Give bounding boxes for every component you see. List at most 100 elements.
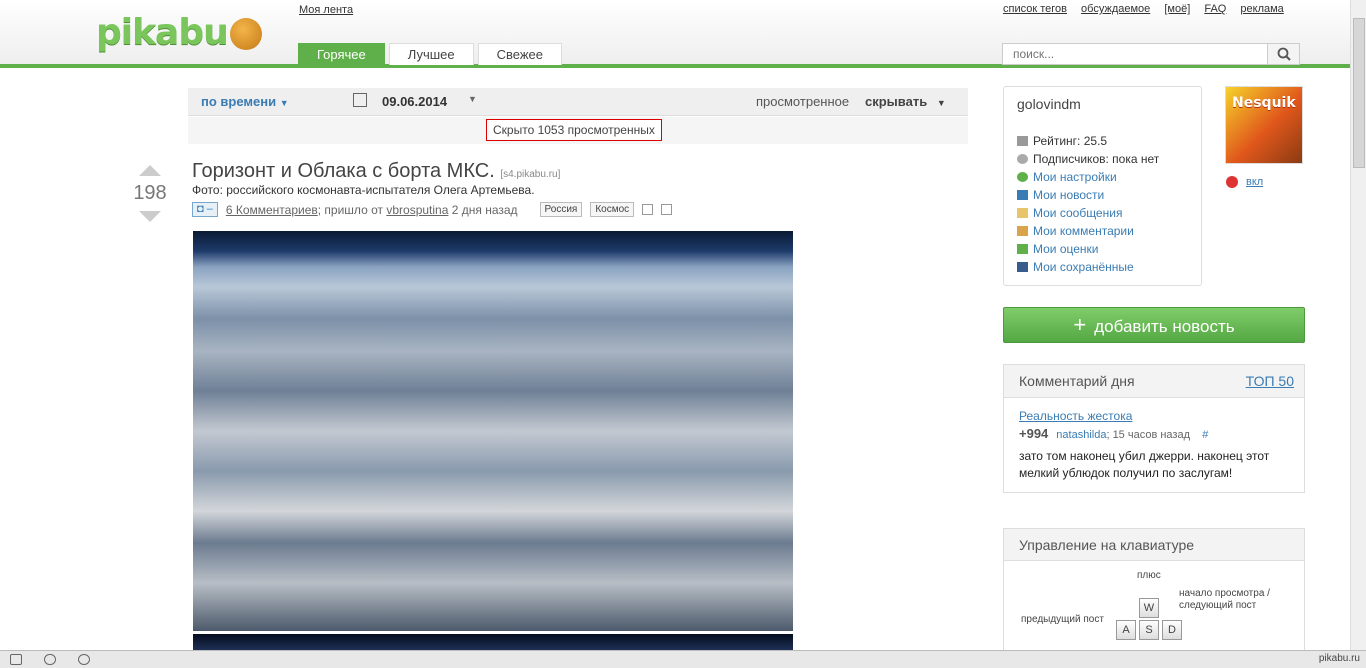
calendar-icon[interactable]	[353, 93, 367, 107]
filter-bar: по времени ▼ 09.06.2014 ▼ просмотренное …	[188, 88, 968, 116]
cod-author[interactable]: natashilda	[1056, 429, 1106, 441]
comment-of-day: Комментарий дня ТОП 50 Реальность жесток…	[1003, 364, 1305, 493]
post-title[interactable]: Горизонт и Облака с борта МКС. [s4.pikab…	[192, 160, 560, 183]
add-news-label: добавить новость	[1094, 317, 1235, 336]
cod-post-link[interactable]: Реальность жестока	[1019, 409, 1132, 423]
post-meta: ◘ – 6 Комментариев ; пришло от vbrosputi…	[192, 202, 673, 217]
messages-item[interactable]: Мои сообщения	[1017, 204, 1159, 222]
badge-text: –	[206, 203, 213, 215]
settings-link[interactable]: Мои настройки	[1033, 168, 1117, 186]
chart-icon	[1017, 136, 1028, 146]
ratings-item[interactable]: Мои оценки	[1017, 240, 1159, 258]
cod-permalink[interactable]: #	[1202, 429, 1208, 441]
post-time: 2 дня назад	[451, 202, 518, 217]
keyboard-help: Управление на клавиатуре плюс начало про…	[1003, 528, 1305, 652]
search-button[interactable]	[1267, 44, 1299, 64]
comments-link[interactable]: Мои комментарии	[1033, 222, 1134, 240]
comments-link[interactable]: 6 Комментариев	[226, 203, 318, 217]
cod-title: Комментарий дня	[1019, 373, 1135, 389]
gear-icon	[1017, 172, 1028, 182]
post-image[interactable]	[193, 231, 793, 631]
key-s: S	[1139, 620, 1159, 640]
avatar[interactable]: Nesquik	[1225, 86, 1303, 164]
hidden-count[interactable]: Скрыто 1053 просмотренных	[486, 119, 662, 141]
status-domain: pikabu.ru	[1318, 653, 1360, 664]
news-item[interactable]: Мои новости	[1017, 186, 1159, 204]
saved-item[interactable]: Мои сохранённые	[1017, 258, 1159, 276]
tag-space[interactable]: Космос	[590, 202, 635, 217]
save-icon[interactable]	[642, 204, 654, 215]
chevron-down-icon: ▼	[936, 98, 946, 108]
downvote-icon[interactable]	[139, 211, 161, 222]
cod-header: Комментарий дня ТОП 50	[1004, 365, 1304, 398]
cod-time: ; 15 часов назад	[1106, 429, 1190, 441]
discussed-link[interactable]: обсуждаемое	[1081, 3, 1150, 15]
news-link[interactable]: Мои новости	[1033, 186, 1104, 204]
camera-icon[interactable]: ◘ –	[192, 202, 218, 217]
sort-dropdown[interactable]: по времени ▼	[201, 94, 289, 109]
settings-item[interactable]: Мои настройки	[1017, 168, 1159, 186]
tab-best[interactable]: Лучшее	[388, 43, 474, 65]
rating-text: Рейтинг: 25.5	[1033, 134, 1108, 148]
floppy-icon	[1017, 262, 1028, 272]
logo-text: pikabu	[96, 12, 229, 53]
cod-body: Реальность жестока +994 natashilda; 15 ча…	[1004, 398, 1304, 492]
faq-link[interactable]: FAQ	[1204, 3, 1226, 15]
comments-item[interactable]: Мои комментарии	[1017, 222, 1159, 240]
username[interactable]: golovindm	[1017, 96, 1081, 112]
user-links: Рейтинг: 25.5 Подписчиков: пока нет Мои …	[1017, 132, 1159, 276]
author-link[interactable]: vbrosputina	[386, 203, 448, 217]
tab-fresh[interactable]: Свежее	[477, 43, 562, 65]
keyboard-title: Управление на клавиатуре	[1004, 529, 1304, 561]
viewed-label: просмотренное	[756, 94, 850, 109]
scrollbar[interactable]	[1350, 0, 1366, 650]
sort-label: по времени	[201, 94, 277, 109]
subscribers-text: Подписчиков: пока нет	[1033, 152, 1160, 166]
play-icon[interactable]	[10, 654, 22, 665]
search-input[interactable]	[1003, 44, 1267, 64]
next-label: начало просмотра / следующий пост	[1179, 588, 1270, 611]
my-feed-link[interactable]: Моя лента	[299, 4, 353, 16]
tag-russia[interactable]: Россия	[539, 202, 583, 217]
post-image-2[interactable]	[193, 634, 793, 650]
upvote-icon[interactable]	[139, 165, 161, 176]
date-chevron-icon[interactable]: ▼	[468, 94, 477, 104]
vkl-label: вкл	[1246, 176, 1264, 188]
user-subscribers: Подписчиков: пока нет	[1017, 150, 1159, 168]
post-source: [s4.pikabu.ru]	[500, 169, 561, 180]
plus-label: плюс	[1137, 570, 1161, 581]
chevron-down-icon: ▼	[279, 98, 289, 108]
messages-link[interactable]: Мои сообщения	[1033, 204, 1122, 222]
date-value[interactable]: 09.06.2014	[382, 94, 447, 109]
strawberry-toggle[interactable]: вкл	[1226, 176, 1263, 188]
saved-link[interactable]: Мои сохранённые	[1033, 258, 1134, 276]
posted-by-label: ; пришло от	[317, 202, 383, 217]
add-news-button[interactable]: + добавить новость	[1003, 307, 1305, 343]
key-a: A	[1116, 620, 1136, 640]
tags-list-link[interactable]: список тегов	[1003, 3, 1067, 15]
cod-meta: +994 natashilda; 15 часов назад #	[1019, 425, 1289, 444]
top-links: список тегов обсуждаемое [моё] FAQ рекла…	[1003, 3, 1295, 15]
gauge-icon[interactable]	[78, 654, 90, 665]
news-icon	[1017, 190, 1028, 200]
user-panel: golovindm Рейтинг: 25.5 Подписчиков: пок…	[1003, 86, 1202, 286]
scroll-thumb[interactable]	[1353, 18, 1365, 168]
post-description: Фото: российского космонавта-испытателя …	[192, 183, 535, 197]
prev-label: предыдущий пост	[1021, 614, 1104, 625]
muffin-icon	[229, 18, 262, 50]
cloud-icon[interactable]	[44, 654, 56, 665]
ads-link[interactable]: реклама	[1240, 3, 1283, 15]
expand-icon[interactable]	[661, 204, 673, 215]
plus-icon: +	[1073, 312, 1087, 337]
my-link[interactable]: [моё]	[1164, 3, 1190, 15]
hide-dropdown[interactable]: скрывать ▼	[865, 94, 946, 109]
top-50-link[interactable]: ТОП 50	[1246, 373, 1294, 389]
hide-label: скрывать	[865, 94, 928, 109]
pikabu-logo[interactable]: pikabu	[96, 12, 262, 53]
ratings-link[interactable]: Мои оценки	[1033, 240, 1099, 258]
person-icon	[1017, 154, 1028, 164]
post-title-text: Горизонт и Облака с борта МКС.	[192, 160, 495, 182]
status-bar: pikabu.ru	[0, 650, 1366, 668]
tab-hot[interactable]: Горячее	[298, 43, 385, 65]
comment-icon	[1017, 226, 1028, 236]
